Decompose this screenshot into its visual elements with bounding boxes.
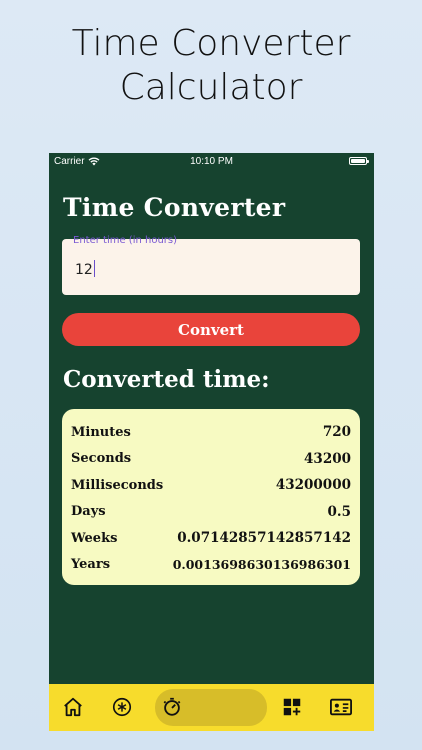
home-icon (64, 697, 82, 717)
promo-title-line1: Time Converter (71, 23, 351, 64)
result-row-days: Days 0.5 (71, 499, 351, 526)
result-label: Days (71, 504, 106, 520)
convert-button[interactable]: Convert (62, 313, 360, 346)
status-time: 10:10 PM (190, 156, 233, 167)
result-label: Minutes (71, 424, 131, 440)
text-caret (93, 260, 95, 277)
result-row-milliseconds: Milliseconds 43200000 (71, 472, 351, 499)
battery-icon (349, 157, 369, 165)
tab-home[interactable] (58, 692, 88, 722)
result-row-years: Years 0.0013698630136986301 (71, 552, 351, 579)
promo-title: Time Converter Calculator (0, 22, 422, 110)
result-value: 43200000 (275, 477, 351, 494)
hours-input-value[interactable]: 12 (75, 260, 95, 278)
result-value: 720 (322, 424, 351, 441)
grid-plus-icon (283, 698, 301, 716)
clock-dial-icon (163, 697, 181, 716)
tab-time-converter[interactable] (157, 692, 187, 722)
result-label: Milliseconds (71, 477, 164, 493)
result-label: Seconds (71, 451, 132, 467)
result-row-seconds: Seconds 43200 (71, 446, 351, 473)
tab-profile[interactable] (326, 692, 356, 722)
result-label: Years (71, 557, 111, 573)
status-bar: Carrier 10:10 PM (49, 153, 374, 171)
hours-input[interactable]: Enter time (in hours) 12 (62, 235, 360, 295)
hours-input-label: Enter time (in hours) (73, 235, 178, 246)
app-title: Time Converter (63, 193, 286, 222)
result-value: 0.5 (327, 503, 352, 520)
results-title: Converted time: (63, 366, 270, 393)
id-card-icon (330, 698, 352, 716)
promo-title-line2: Calculator (119, 67, 303, 108)
result-label: Weeks (71, 530, 118, 546)
results-card: Minutes 720 Seconds 43200 Milliseconds 4… (62, 409, 360, 585)
asterisk-circle-icon (112, 697, 132, 717)
tab-add-widget[interactable] (277, 692, 307, 722)
result-row-minutes: Minutes 720 (71, 419, 351, 446)
phone-screen: Carrier 10:10 PM Time Converter Enter ti… (49, 153, 374, 731)
result-value: 0.0013698630136986301 (172, 557, 351, 573)
result-row-weeks: Weeks 0.07142857142857142 (71, 525, 351, 552)
result-value: 43200 (304, 450, 351, 467)
tab-asterisk[interactable] (107, 692, 137, 722)
tab-bar (49, 684, 374, 731)
result-value: 0.07142857142857142 (177, 530, 351, 547)
